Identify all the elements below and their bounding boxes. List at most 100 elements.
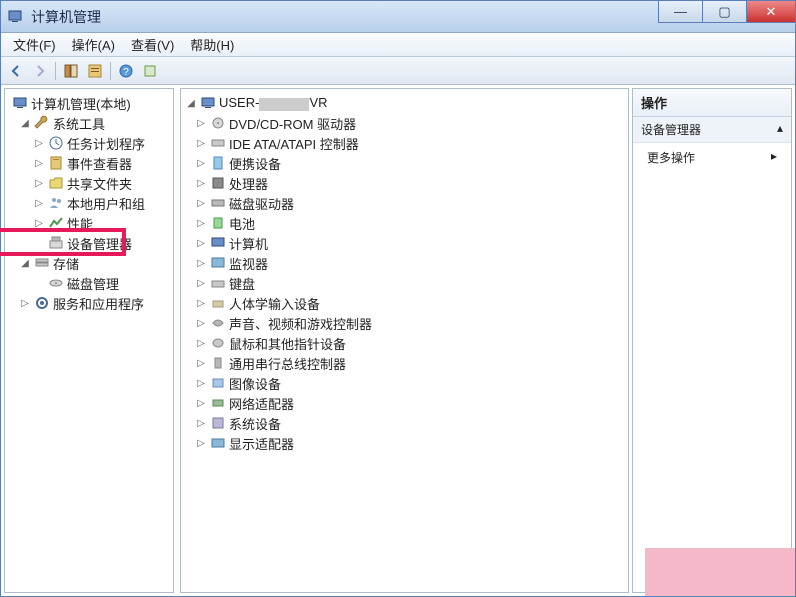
tree-label: 计算机管理(本地) bbox=[31, 94, 131, 113]
expand-icon[interactable]: ▷ bbox=[195, 438, 207, 449]
tree-disk-mgmt[interactable]: 磁盘管理 bbox=[7, 273, 171, 293]
expand-icon[interactable]: ▷ bbox=[195, 298, 207, 309]
device-category[interactable]: ▷网络适配器 bbox=[183, 393, 626, 413]
device-tree: ◢ USER-VR ▷DVD/CD-ROM 驱动器▷IDE ATA/ATAPI … bbox=[181, 89, 628, 457]
expand-icon[interactable]: ▷ bbox=[33, 218, 45, 229]
device-label: 人体学输入设备 bbox=[229, 294, 320, 313]
menubar: 文件(F) 操作(A) 查看(V) 帮助(H) bbox=[1, 33, 795, 57]
actions-section[interactable]: 设备管理器 ▴ bbox=[633, 117, 791, 143]
expand-icon[interactable]: ▷ bbox=[19, 298, 31, 309]
tree-event-viewer[interactable]: ▷ 事件查看器 bbox=[7, 153, 171, 173]
collapse-icon[interactable]: ◢ bbox=[185, 98, 197, 109]
menu-file[interactable]: 文件(F) bbox=[5, 33, 64, 56]
storage-icon bbox=[34, 255, 50, 271]
device-category[interactable]: ▷系统设备 bbox=[183, 413, 626, 433]
menu-action[interactable]: 操作(A) bbox=[64, 33, 123, 56]
device-category[interactable]: ▷便携设备 bbox=[183, 153, 626, 173]
expand-icon[interactable]: ▷ bbox=[33, 138, 45, 149]
tree-label: 系统工具 bbox=[53, 114, 105, 133]
expand-icon[interactable]: ▷ bbox=[195, 358, 207, 369]
device-category[interactable]: ▷键盘 bbox=[183, 273, 626, 293]
expand-icon[interactable]: ▷ bbox=[33, 198, 45, 209]
device-label: IDE ATA/ATAPI 控制器 bbox=[229, 134, 359, 153]
expand-icon[interactable]: ▷ bbox=[195, 238, 207, 249]
chevron-right-icon: ▸ bbox=[771, 149, 777, 166]
collapse-icon[interactable]: ◢ bbox=[19, 118, 31, 129]
tree-label: 存储 bbox=[53, 254, 79, 273]
expand-icon[interactable]: ▷ bbox=[195, 318, 207, 329]
maximize-button[interactable]: ▢ bbox=[702, 1, 747, 23]
collapse-icon[interactable]: ◢ bbox=[19, 258, 31, 269]
expand-icon[interactable]: ▷ bbox=[195, 178, 207, 189]
device-category[interactable]: ▷磁盘驱动器 bbox=[183, 193, 626, 213]
device-label: 处理器 bbox=[229, 174, 268, 193]
device-category[interactable]: ▷ 显示适配器 bbox=[183, 433, 626, 453]
expand-icon[interactable]: ▷ bbox=[195, 278, 207, 289]
tree-device-manager[interactable]: 设备管理器 bbox=[7, 233, 171, 253]
help-button[interactable]: ? bbox=[115, 60, 137, 82]
expand-icon[interactable]: ▷ bbox=[195, 418, 207, 429]
back-button[interactable] bbox=[5, 60, 27, 82]
expand-icon[interactable]: ▷ bbox=[195, 338, 207, 349]
device-icon bbox=[210, 415, 226, 431]
device-category[interactable]: ▷通用串行总线控制器 bbox=[183, 353, 626, 373]
expand-icon[interactable]: ▷ bbox=[195, 258, 207, 269]
tree-perf[interactable]: ▷ 性能 bbox=[7, 213, 171, 233]
expand-icon[interactable]: ▷ bbox=[195, 118, 207, 129]
shared-folder-icon bbox=[48, 175, 64, 191]
app-icon bbox=[7, 8, 25, 26]
device-category[interactable]: ▷ 计算机 bbox=[183, 233, 626, 253]
tree-label: 共享文件夹 bbox=[67, 174, 132, 193]
device-category[interactable]: ▷ 监视器 bbox=[183, 253, 626, 273]
expand-icon[interactable]: ▷ bbox=[195, 378, 207, 389]
device-category[interactable]: ▷ 处理器 bbox=[183, 173, 626, 193]
tree-local-users[interactable]: ▷ 本地用户和组 bbox=[7, 193, 171, 213]
toolbar-separator bbox=[55, 62, 56, 80]
expand-icon[interactable]: ▷ bbox=[33, 158, 45, 169]
close-button[interactable]: ✕ bbox=[746, 1, 796, 23]
titlebar: 计算机管理 — ▢ ✕ bbox=[1, 1, 795, 33]
menu-view[interactable]: 查看(V) bbox=[123, 33, 182, 56]
computer-icon bbox=[200, 95, 216, 111]
device-label: 显示适配器 bbox=[229, 434, 294, 453]
device-category[interactable]: ▷ IDE ATA/ATAPI 控制器 bbox=[183, 133, 626, 153]
pink-patch bbox=[645, 548, 795, 596]
tree-storage[interactable]: ◢ 存储 bbox=[7, 253, 171, 273]
refresh-button[interactable] bbox=[139, 60, 161, 82]
expand-icon[interactable]: ▷ bbox=[195, 218, 207, 229]
device-root-label: USER-VR bbox=[219, 95, 328, 110]
device-root[interactable]: ◢ USER-VR bbox=[183, 93, 626, 113]
nav-tree: 计算机管理(本地) ◢ 系统工具 ▷ 任务计划程序 ▷ 事件查看器 bbox=[5, 89, 173, 317]
tree-shared-folders[interactable]: ▷ 共享文件夹 bbox=[7, 173, 171, 193]
device-label: 计算机 bbox=[229, 234, 268, 253]
minimize-button[interactable]: — bbox=[658, 1, 703, 23]
actions-more[interactable]: 更多操作 ▸ bbox=[633, 143, 791, 172]
show-hide-tree-button[interactable] bbox=[60, 60, 82, 82]
book-icon bbox=[48, 155, 64, 171]
device-category[interactable]: ▷ 鼠标和其他指针设备 bbox=[183, 333, 626, 353]
properties-button[interactable] bbox=[84, 60, 106, 82]
expand-icon[interactable]: ▷ bbox=[195, 198, 207, 209]
clock-icon bbox=[48, 135, 64, 151]
device-category[interactable]: ▷电池 bbox=[183, 213, 626, 233]
tree-services-apps[interactable]: ▷ 服务和应用程序 bbox=[7, 293, 171, 313]
device-category[interactable]: ▷ 人体学输入设备 bbox=[183, 293, 626, 313]
device-category[interactable]: ▷图像设备 bbox=[183, 373, 626, 393]
right-pane: 操作 设备管理器 ▴ 更多操作 ▸ bbox=[632, 88, 792, 593]
tree-system-tools[interactable]: ◢ 系统工具 bbox=[7, 113, 171, 133]
device-category[interactable]: ▷DVD/CD-ROM 驱动器 bbox=[183, 113, 626, 133]
forward-button[interactable] bbox=[29, 60, 51, 82]
device-icon bbox=[210, 335, 226, 351]
expand-icon[interactable]: ▷ bbox=[195, 398, 207, 409]
device-label: 鼠标和其他指针设备 bbox=[229, 334, 346, 353]
tree-root[interactable]: 计算机管理(本地) bbox=[7, 93, 171, 113]
tree-label: 性能 bbox=[67, 214, 93, 233]
menu-help[interactable]: 帮助(H) bbox=[182, 33, 242, 56]
tree-task-sched[interactable]: ▷ 任务计划程序 bbox=[7, 133, 171, 153]
expand-icon[interactable]: ▷ bbox=[195, 138, 207, 149]
expand-icon[interactable]: ▷ bbox=[33, 178, 45, 189]
device-icon bbox=[210, 315, 226, 331]
device-category[interactable]: ▷声音、视频和游戏控制器 bbox=[183, 313, 626, 333]
device-label: 监视器 bbox=[229, 254, 268, 273]
expand-icon[interactable]: ▷ bbox=[195, 158, 207, 169]
